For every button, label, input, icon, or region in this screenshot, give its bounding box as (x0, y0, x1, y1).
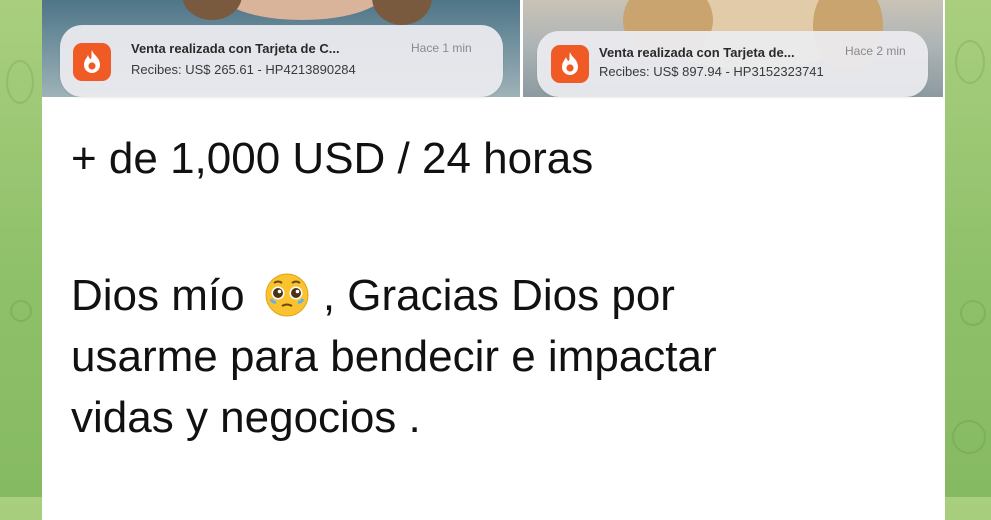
sale-notification: Venta realizada con Tarjeta de... Hace 2… (537, 31, 928, 97)
flame-icon (73, 43, 111, 81)
wallpaper-doodle (952, 420, 986, 454)
message-line-1-start: Dios mío (71, 271, 257, 320)
photo-hair (182, 0, 242, 20)
message-line-1: Dios mío , Gracias Dios por (71, 265, 931, 326)
wallpaper-doodle (10, 300, 32, 322)
message-line-3: vidas y negocios . (71, 393, 421, 442)
notification-time: Hace 2 min (845, 44, 906, 58)
notification-time: Hace 1 min (411, 41, 472, 55)
message-headline: + de 1,000 USD / 24 horas (71, 134, 594, 183)
wallpaper-doodle (955, 40, 985, 84)
notification-body: Recibes: US$ 897.94 - HP3152323741 (599, 64, 824, 79)
flame-icon (551, 45, 589, 83)
message-line-1-end: , Gracias Dios por (322, 271, 675, 320)
wallpaper-doodle (6, 60, 34, 104)
wallpaper-doodle (960, 300, 986, 326)
notification-title: Venta realizada con Tarjeta de C... (131, 41, 340, 56)
message-line-2: usarme para bendecir e impactar (71, 332, 717, 381)
notification-title: Venta realizada con Tarjeta de... (599, 45, 795, 60)
photo-hair (372, 0, 432, 25)
notification-body: Recibes: US$ 265.61 - HP4213890284 (131, 62, 356, 77)
pleading-face-icon (265, 273, 309, 317)
message-text: + de 1,000 USD / 24 horas Dios mío , Gra… (71, 128, 931, 448)
photo-subject (217, 0, 387, 20)
sale-notification: Venta realizada con Tarjeta de C... Hace… (60, 25, 503, 97)
